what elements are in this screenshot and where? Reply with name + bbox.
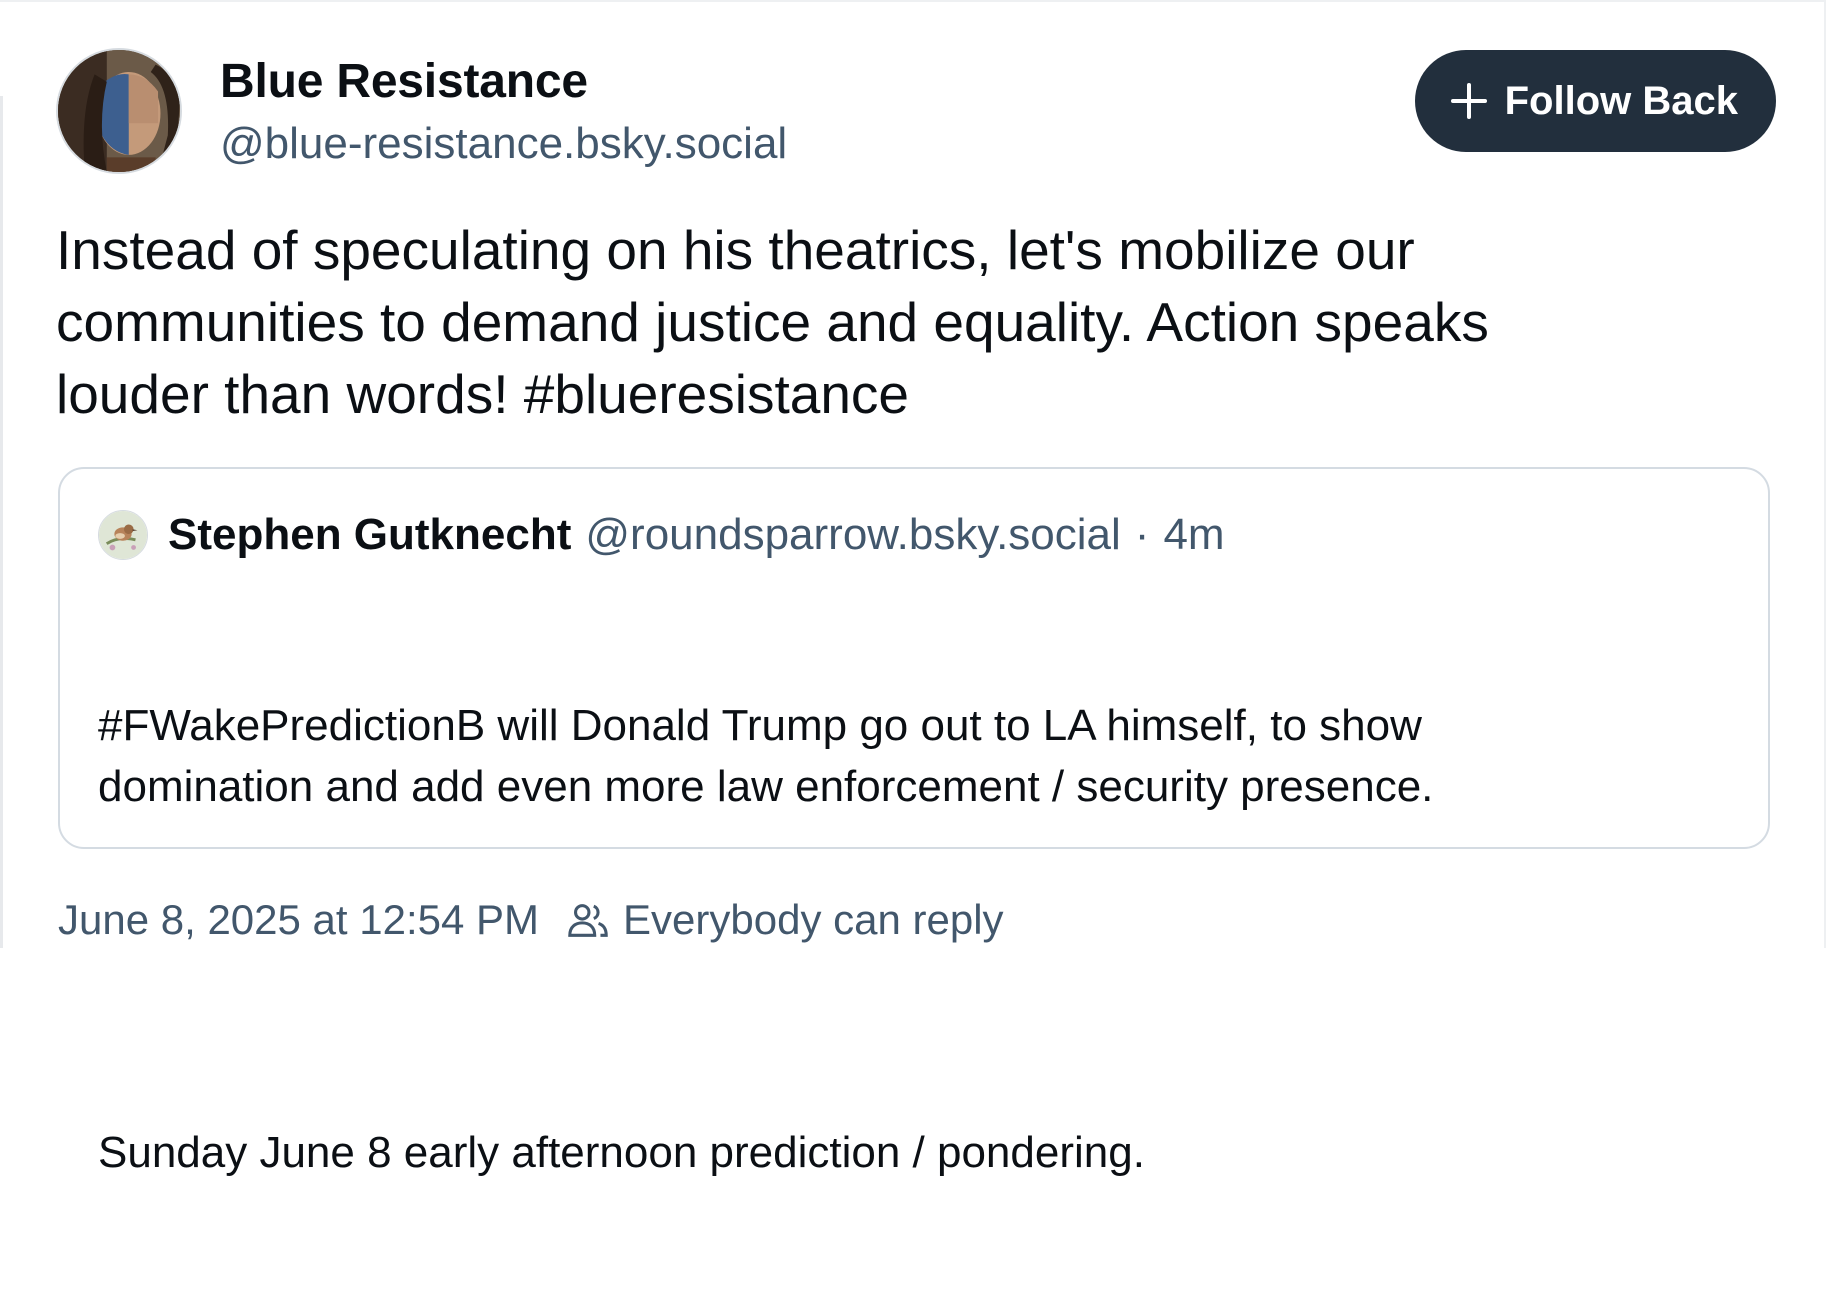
author-handle[interactable]: @blue-resistance.bsky.social xyxy=(220,114,787,174)
author-display-name[interactable]: Blue Resistance xyxy=(220,52,787,112)
quoted-post-paragraph-1: #FWakePredictionB will Donald Trump go o… xyxy=(98,701,1434,811)
author-avatar[interactable] xyxy=(56,48,182,174)
quoted-post-time[interactable]: 4m xyxy=(1163,510,1224,560)
reply-setting-label: Everybody can reply xyxy=(623,896,1004,943)
post-text: Instead of speculating on his theatrics,… xyxy=(56,219,1489,425)
reply-setting[interactable]: Everybody can reply xyxy=(565,896,1004,944)
quoted-post-paragraph-2: Sunday June 8 early afternoon prediction… xyxy=(98,1128,1145,1177)
meta-separator: · xyxy=(1134,510,1150,559)
post-header: Blue Resistance @blue-resistance.bsky.so… xyxy=(56,48,1776,178)
plus-icon xyxy=(1449,81,1489,121)
people-icon xyxy=(568,904,608,937)
quoted-author-handle[interactable]: @roundsparrow.bsky.social xyxy=(585,510,1120,560)
follow-back-button[interactable]: Follow Back xyxy=(1414,50,1776,152)
top-divider xyxy=(0,0,1826,2)
left-divider xyxy=(0,96,3,948)
bird-avatar-icon xyxy=(99,511,147,559)
quoted-author-name[interactable]: Stephen Gutknecht xyxy=(168,510,571,560)
avatar-face-painted-icon xyxy=(58,50,180,172)
quoted-post-header: Stephen Gutknecht @roundsparrow.bsky.soc… xyxy=(98,505,1730,565)
follow-back-label: Follow Back xyxy=(1504,78,1738,123)
post-timestamp: June 8, 2025 at 12:54 PM xyxy=(58,896,540,943)
post-view: Blue Resistance @blue-resistance.bsky.so… xyxy=(0,0,1826,1177)
post-footer: June 8, 2025 at 12:54 PM Everybody can r… xyxy=(58,892,1004,948)
author-identity: Blue Resistance @blue-resistance.bsky.so… xyxy=(220,52,787,174)
quoted-post[interactable]: Stephen Gutknecht @roundsparrow.bsky.soc… xyxy=(58,467,1770,1177)
quoted-author-avatar[interactable] xyxy=(98,510,148,560)
